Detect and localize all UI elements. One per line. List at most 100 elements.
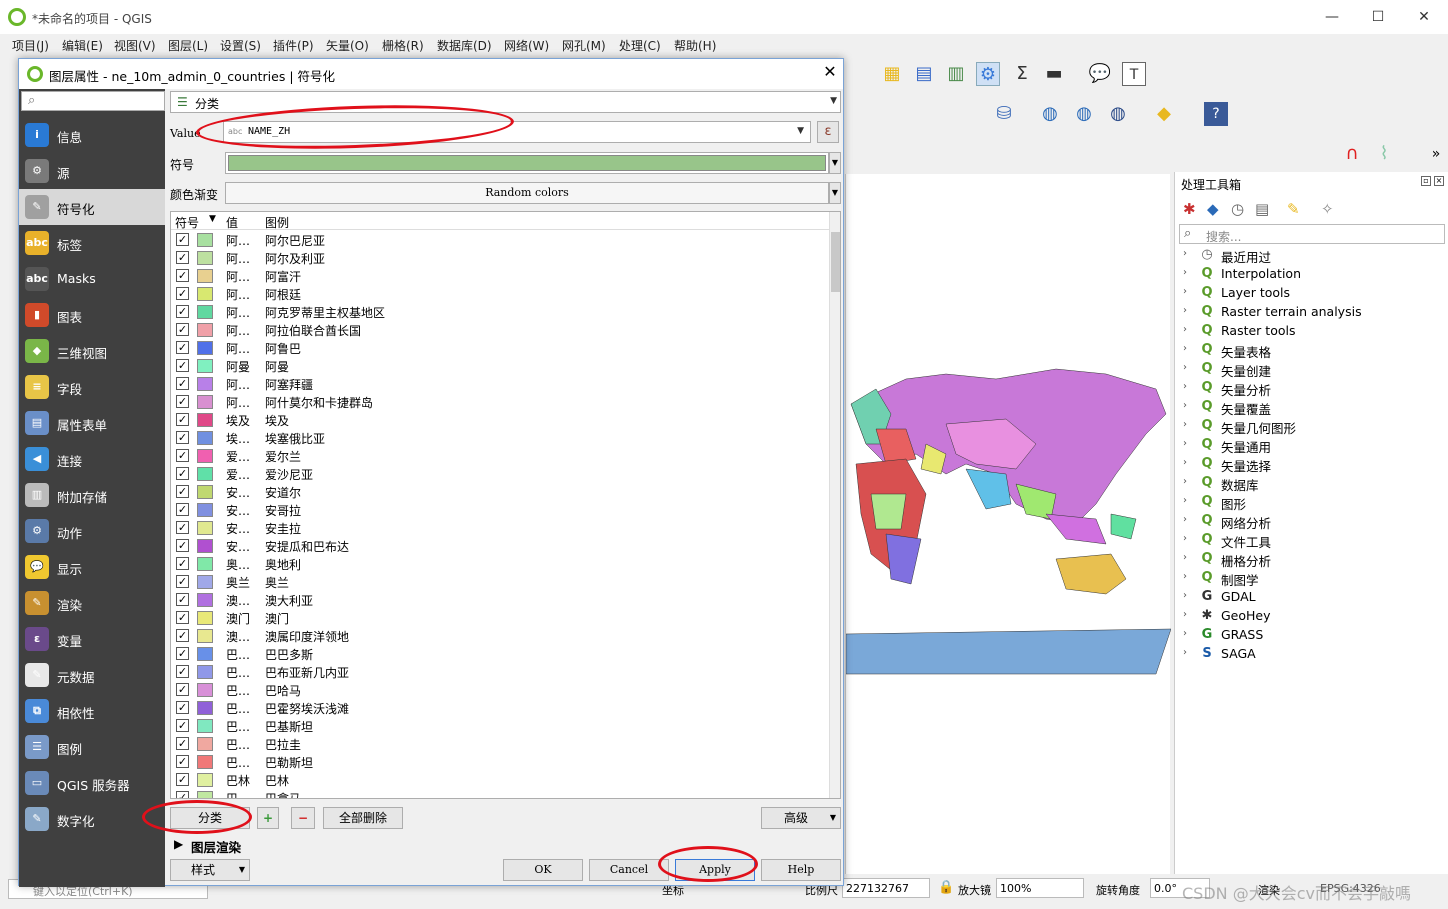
class-symbol-swatch[interactable] bbox=[197, 611, 213, 625]
class-checkbox[interactable]: ✓ bbox=[176, 377, 189, 390]
dialog-close-button[interactable]: ✕ bbox=[819, 62, 841, 84]
class-value[interactable]: 爱… bbox=[226, 466, 258, 483]
minimize-button[interactable]: — bbox=[1312, 6, 1352, 30]
sidebar-item-info[interactable]: i 信息 bbox=[19, 117, 165, 153]
sidebar-item-metadata[interactable]: ✎ 元数据 bbox=[19, 657, 165, 693]
menu-web[interactable]: 网络(W) bbox=[504, 37, 549, 54]
expand-arrow-icon[interactable]: › bbox=[1183, 419, 1193, 430]
class-value[interactable]: 阿… bbox=[226, 268, 258, 285]
sidebar-item-storage[interactable]: ▥ 附加存储 bbox=[19, 477, 165, 513]
class-checkbox[interactable]: ✓ bbox=[176, 593, 189, 606]
class-legend[interactable]: 爱沙尼亚 bbox=[265, 466, 313, 483]
class-checkbox[interactable]: ✓ bbox=[176, 665, 189, 678]
class-checkbox[interactable]: ✓ bbox=[176, 773, 189, 786]
class-symbol-swatch[interactable] bbox=[197, 233, 213, 247]
class-checkbox[interactable]: ✓ bbox=[176, 341, 189, 354]
sidebar-item-join[interactable]: ◀ 连接 bbox=[19, 441, 165, 477]
class-row[interactable]: ✓ 巴… 巴布亚新几内亚 bbox=[171, 663, 829, 681]
class-legend[interactable]: 阿克罗蒂里主权基地区 bbox=[265, 304, 385, 321]
class-symbol-swatch[interactable] bbox=[197, 395, 213, 409]
sidebar-search-input[interactable]: ⌕ bbox=[21, 91, 165, 111]
class-row[interactable]: ✓ 巴… 巴勒斯坦 bbox=[171, 753, 829, 771]
expand-arrow-icon[interactable]: › bbox=[1183, 647, 1193, 658]
class-checkbox[interactable]: ✓ bbox=[176, 629, 189, 642]
magnifier-input[interactable]: 100% bbox=[996, 878, 1084, 898]
history-icon[interactable]: ◷ bbox=[1231, 200, 1244, 218]
class-legend[interactable]: 奥兰 bbox=[265, 574, 289, 591]
menu-plugins[interactable]: 插件(P) bbox=[273, 37, 314, 54]
class-symbol-swatch[interactable] bbox=[197, 467, 213, 481]
expand-arrow-icon[interactable]: › bbox=[1183, 267, 1193, 278]
class-legend[interactable]: 安提瓜和巴布达 bbox=[265, 538, 349, 555]
class-checkbox[interactable]: ✓ bbox=[176, 737, 189, 750]
expand-arrow-icon[interactable]: › bbox=[1183, 476, 1193, 487]
attribute-table-icon[interactable]: ▤ bbox=[912, 62, 936, 86]
help-icon[interactable]: ? bbox=[1204, 102, 1228, 126]
lock-scale-icon[interactable]: 🔒 bbox=[938, 880, 954, 895]
sidebar-item-render[interactable]: ✎ 渲染 bbox=[19, 585, 165, 621]
class-symbol-swatch[interactable] bbox=[197, 737, 213, 751]
class-value[interactable]: 巴… bbox=[226, 736, 258, 753]
sidebar-item-legend[interactable]: ☰ 图例 bbox=[19, 729, 165, 765]
classes-table[interactable]: 符号 ▼ 值 图例 ✓ 阿… 阿尔巴尼亚 ✓ 阿… 阿尔及利亚 ✓ 阿… 阿富汗 ✓ 阿… 阿根廷 ✓ 阿… bbox=[170, 211, 841, 799]
expand-arrow-icon[interactable]: › bbox=[1183, 324, 1193, 335]
toolbox-search-input[interactable]: ⌕ 搜索... bbox=[1179, 224, 1445, 244]
class-legend[interactable]: 澳门 bbox=[265, 610, 289, 627]
class-checkbox[interactable]: ✓ bbox=[176, 701, 189, 714]
class-legend[interactable]: 巴布亚新几内亚 bbox=[265, 664, 349, 681]
class-symbol-swatch[interactable] bbox=[197, 323, 213, 337]
class-symbol-swatch[interactable] bbox=[197, 269, 213, 283]
expand-arrow-icon[interactable]: › bbox=[1183, 362, 1193, 373]
class-value[interactable]: 巴林 bbox=[226, 772, 258, 789]
menu-settings[interactable]: 设置(S) bbox=[220, 37, 261, 54]
class-symbol-swatch[interactable] bbox=[197, 359, 213, 373]
expand-arrow-icon[interactable]: › bbox=[1183, 628, 1193, 639]
processing-models-icon[interactable]: ✱ bbox=[1183, 200, 1196, 218]
menu-database[interactable]: 数据库(D) bbox=[437, 37, 492, 54]
class-row[interactable]: ✓ 阿… 阿克罗蒂里主权基地区 bbox=[171, 303, 829, 321]
class-row[interactable]: ✓ 阿… 阿什莫尔和卡捷群岛 bbox=[171, 393, 829, 411]
tracing-icon[interactable]: ⌇ bbox=[1372, 142, 1396, 166]
class-row[interactable]: ✓ 巴… 巴哈马 bbox=[171, 681, 829, 699]
class-symbol-swatch[interactable] bbox=[197, 539, 213, 553]
class-checkbox[interactable]: ✓ bbox=[176, 539, 189, 552]
class-row[interactable]: ✓ 阿… 阿拉伯联合酋长国 bbox=[171, 321, 829, 339]
class-symbol-swatch[interactable] bbox=[197, 665, 213, 679]
class-value[interactable]: 阿… bbox=[226, 250, 258, 267]
expand-arrow-icon[interactable]: › bbox=[1183, 533, 1193, 544]
sidebar-item-source[interactable]: ⚙ 源 bbox=[19, 153, 165, 189]
class-row[interactable]: ✓ 奥… 奥地利 bbox=[171, 555, 829, 573]
class-legend[interactable]: 阿尔巴尼亚 bbox=[265, 232, 325, 249]
class-value[interactable]: 奥兰 bbox=[226, 574, 258, 591]
menu-project[interactable]: 项目(J) bbox=[12, 37, 49, 54]
class-row[interactable]: ✓ 埃及 埃及 bbox=[171, 411, 829, 429]
sidebar-item-masks[interactable]: abc Masks bbox=[19, 261, 165, 297]
class-legend[interactable]: 安道尔 bbox=[265, 484, 301, 501]
sidebar-item-dependency[interactable]: ⧉ 相依性 bbox=[19, 693, 165, 729]
class-legend[interactable]: 阿曼 bbox=[265, 358, 289, 375]
menu-raster[interactable]: 栅格(R) bbox=[382, 37, 424, 54]
python-console-icon[interactable]: ◆ bbox=[1152, 102, 1176, 126]
class-symbol-swatch[interactable] bbox=[197, 755, 213, 769]
class-row[interactable]: ✓ 巴… 巴霍努埃沃浅滩 bbox=[171, 699, 829, 717]
sidebar-item-paint[interactable]: ✎ 符号化 bbox=[19, 189, 165, 225]
layer-rendering-label[interactable]: 图层渲染 bbox=[191, 837, 241, 856]
class-row[interactable]: ✓ 安… 安道尔 bbox=[171, 483, 829, 501]
class-checkbox[interactable]: ✓ bbox=[176, 233, 189, 246]
class-checkbox[interactable]: ✓ bbox=[176, 575, 189, 588]
class-checkbox[interactable]: ✓ bbox=[176, 359, 189, 372]
class-checkbox[interactable]: ✓ bbox=[176, 269, 189, 282]
class-symbol-swatch[interactable] bbox=[197, 557, 213, 571]
menu-vector[interactable]: 矢量(O) bbox=[326, 37, 369, 54]
class-value[interactable]: 澳… bbox=[226, 628, 258, 645]
map-tips-icon[interactable]: 💬 bbox=[1088, 62, 1112, 86]
class-row[interactable]: ✓ 澳门 澳门 bbox=[171, 609, 829, 627]
class-row[interactable]: ✓ 阿… 阿尔巴尼亚 bbox=[171, 231, 829, 249]
class-value[interactable]: 阿… bbox=[226, 340, 258, 357]
class-row[interactable]: ✓ 澳… 澳属印度洋领地 bbox=[171, 627, 829, 645]
class-checkbox[interactable]: ✓ bbox=[176, 467, 189, 480]
symbol-button[interactable] bbox=[225, 152, 829, 174]
sidebar-item-labels[interactable]: abc 标签 bbox=[19, 225, 165, 261]
expand-arrow-icon[interactable]: › bbox=[1183, 571, 1193, 582]
class-value[interactable]: 埃… bbox=[226, 430, 258, 447]
